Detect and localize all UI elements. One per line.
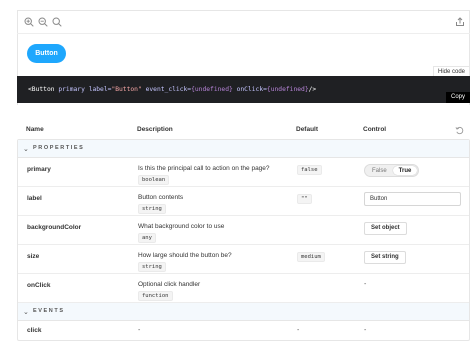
section-properties[interactable]: ⌄ PROPERTIES: [18, 140, 469, 158]
code-tag-close: />: [308, 86, 317, 93]
type-badge: boolean: [138, 175, 170, 185]
set-object-button[interactable]: Set object: [364, 222, 407, 235]
type-badge: string: [138, 204, 166, 214]
toolbar-divider: [17, 33, 470, 34]
default-badge: false: [297, 165, 322, 175]
toggle-false[interactable]: False: [366, 166, 393, 175]
code-attr-event: event_click=: [145, 86, 192, 93]
description-empty: -: [138, 327, 141, 334]
header-control: Control: [363, 126, 387, 133]
arg-description: Optional click handler function: [138, 281, 288, 301]
share-icon[interactable]: [455, 17, 465, 27]
set-string-button[interactable]: Set string: [364, 251, 406, 264]
arg-control: Set object: [364, 222, 407, 235]
arg-description: -: [138, 327, 288, 334]
arg-default: medium: [297, 252, 325, 262]
table-row: click - - -: [18, 321, 469, 340]
description-text: How large should the button be?: [138, 252, 232, 259]
args-table: Name Description Default Control ⌄ PROPE…: [17, 120, 470, 341]
default-empty: -: [297, 327, 300, 334]
arg-description: How large should the button be? string: [138, 252, 288, 272]
copy-button[interactable]: Copy: [446, 92, 470, 103]
type-badge: function: [138, 291, 173, 301]
code-attr-label: label=: [88, 86, 112, 93]
arg-control: Button: [364, 192, 461, 206]
arg-name: onClick: [27, 282, 51, 289]
chevron-down-icon: ⌄: [23, 146, 29, 153]
description-text: Is this the principal call to action on …: [138, 165, 270, 172]
table-row: backgroundColor What background color to…: [18, 216, 469, 245]
arg-name: click: [27, 327, 42, 334]
arg-control: False True: [364, 164, 420, 177]
arg-name: label: [27, 195, 42, 202]
reset-icon[interactable]: [455, 126, 464, 135]
arg-name: primary: [27, 166, 51, 173]
code-event-value: {undefined}: [191, 86, 233, 93]
table-header: Name Description Default Control: [17, 120, 470, 139]
arg-control: Set string: [364, 251, 406, 264]
description-text: Optional click handler: [138, 281, 201, 288]
arg-default: false: [297, 165, 322, 175]
toggle-true[interactable]: True: [392, 166, 418, 175]
header-name: Name: [26, 126, 44, 133]
table-row: label Button contents string "" Button: [18, 187, 469, 216]
code-label-value: "Button": [111, 86, 142, 93]
table-row: primary Is this the principal call to ac…: [18, 158, 469, 187]
code-onclick-value: {undefined}: [266, 86, 309, 93]
arg-control: -: [364, 327, 366, 334]
arg-default: "": [297, 194, 312, 204]
boolean-toggle[interactable]: False True: [364, 164, 420, 177]
code-tag-open: <Button: [28, 86, 55, 93]
zoom-reset-icon[interactable]: [52, 17, 62, 27]
preview-button[interactable]: Button: [27, 44, 66, 63]
zoom-out-icon[interactable]: [38, 17, 48, 27]
arg-control: -: [364, 281, 366, 288]
arg-name: size: [27, 253, 40, 260]
code-attr-primary: primary: [58, 86, 85, 93]
arg-description: What background color to use any: [138, 223, 288, 243]
zoom-in-icon[interactable]: [24, 17, 34, 27]
default-badge: "": [297, 194, 312, 204]
section-label: EVENTS: [33, 308, 65, 314]
arg-name: backgroundColor: [27, 224, 82, 231]
type-badge: any: [138, 233, 156, 243]
section-label: PROPERTIES: [33, 145, 85, 151]
control-empty: -: [364, 281, 367, 288]
header-description: Description: [137, 126, 173, 133]
description-text: What background color to use: [138, 223, 225, 230]
header-default: Default: [296, 126, 319, 133]
code-snippet: <Button primary label="Button" event_cli…: [17, 76, 470, 103]
control-empty: -: [364, 327, 367, 334]
table-row: size How large should the button be? str…: [18, 245, 469, 274]
table-body: ⌄ PROPERTIES primary Is this the princip…: [17, 139, 470, 341]
label-text-input[interactable]: Button: [364, 192, 461, 206]
default-badge: medium: [297, 252, 325, 262]
arg-description: Is this the principal call to action on …: [138, 165, 288, 185]
arg-default: -: [297, 327, 299, 334]
section-events[interactable]: ⌄ EVENTS: [18, 303, 469, 321]
type-badge: string: [138, 262, 166, 272]
code-attr-onclick: onClick=: [236, 86, 267, 93]
description-text: Button contents: [138, 194, 184, 201]
arg-description: Button contents string: [138, 194, 288, 214]
table-row: onClick Optional click handler function …: [18, 274, 469, 303]
chevron-down-icon: ⌄: [23, 309, 29, 316]
